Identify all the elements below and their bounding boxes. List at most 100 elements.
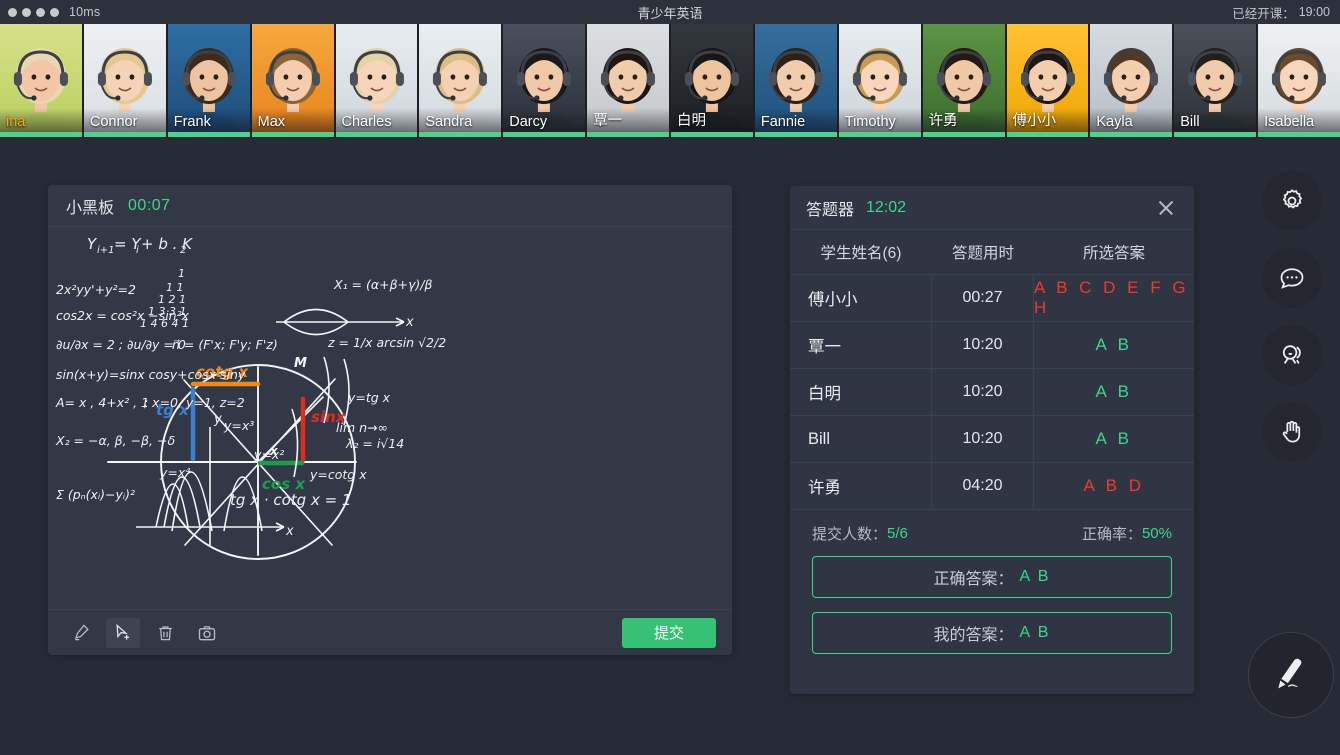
svg-text:1 4 6 4 1: 1 4 6 4 1 (140, 317, 189, 330)
student-thumbnail[interactable]: Max (251, 24, 334, 137)
pen-fab-button[interactable] (1248, 632, 1334, 718)
raise-hand-button[interactable] (1262, 402, 1322, 462)
student-thumbnail[interactable]: Sandra (419, 24, 502, 137)
speaking-indicator-bar (1258, 132, 1340, 137)
svg-text:∂u/∂x = 2 ; ∂u/∂y = 0: ∂u/∂x = 2 ; ∂u/∂y = 0 (56, 337, 186, 352)
window-dot-icon (8, 7, 17, 17)
top-bar: 10ms 青少年英语 已经开课： 19:00 (0, 0, 1340, 24)
speaking-indicator-bar (922, 132, 1005, 137)
answer-table-row: 许勇 04:20 A B D (790, 463, 1194, 510)
student-name: Connor (89, 114, 138, 130)
student-thumbnail[interactable]: 许勇 (922, 24, 1005, 137)
answer-panel-title: 答题器 (806, 201, 855, 219)
session-label: 已经开课： (1232, 6, 1295, 21)
correct-answer-value: A B (1019, 568, 1051, 585)
student-name: 傅小小 (1012, 113, 1057, 129)
submitted-value: 5/6 (887, 524, 908, 542)
row-student-name: 白明 (790, 369, 932, 415)
whiteboard-submit-button[interactable]: 提交 (622, 617, 716, 648)
svg-text:2: 2 (180, 245, 186, 256)
student-name: Kayla (1096, 114, 1133, 130)
speaking-indicator-bar (587, 132, 669, 137)
student-thumbnail[interactable]: Timothy (838, 24, 921, 137)
row-answer-time: 04:20 (932, 463, 1034, 509)
student-name: Charles (341, 114, 392, 130)
correct-answer-label: 正确答案： (933, 571, 1014, 588)
class-title: 青少年英语 (637, 5, 703, 21)
row-answer-time: 10:20 (932, 322, 1034, 368)
student-thumbnail[interactable]: 傅小小 (1006, 24, 1089, 137)
whiteboard-title: 小黑板 (66, 199, 115, 217)
svg-text:M: M (294, 356, 307, 371)
student-name: Sandra (425, 114, 473, 130)
window-dot-icon (50, 7, 59, 17)
screenshot-tool-button[interactable] (190, 618, 224, 648)
window-dots (8, 7, 59, 17)
column-header-answer: 所选答案 (1082, 245, 1145, 262)
speaking-indicator-bar (335, 132, 418, 137)
window-dot-icon (36, 7, 45, 17)
chat-button[interactable] (1262, 248, 1322, 308)
answer-panel-timer: 12:02 (866, 198, 907, 216)
student-thumbnail[interactable]: ina (0, 24, 82, 137)
student-thumbnail[interactable]: Isabella (1258, 24, 1340, 137)
student-name: Max (257, 114, 286, 130)
row-student-name: Bill (790, 416, 932, 462)
student-name: Fannie (760, 114, 806, 130)
student-thumbnail[interactable]: 覃一 (587, 24, 669, 137)
row-answer-time: 00:27 (932, 275, 1034, 321)
my-answer-value: A B (1019, 624, 1051, 641)
student-name: Isabella (1264, 114, 1315, 130)
row-student-name: 傅小小 (790, 275, 932, 321)
answer-stats: 提交人数： 5/6 正确率： 50% (790, 510, 1194, 556)
correct-answer-button[interactable]: 正确答案： A B (812, 556, 1172, 598)
speaking-indicator-bar (167, 132, 250, 137)
whiteboard-toolbar: 提交 (48, 609, 732, 655)
student-thumbnail[interactable]: Fannie (754, 24, 837, 137)
column-header-time: 答题用时 (951, 245, 1014, 262)
student-name: 许勇 (928, 113, 958, 129)
student-thumbnail[interactable]: Frank (167, 24, 250, 137)
student-thumbnail[interactable]: Kayla (1090, 24, 1173, 137)
speaking-indicator-bar (83, 132, 166, 137)
student-thumbnail[interactable]: Connor (83, 24, 166, 137)
app-root: 10ms 青少年英语 已经开课： 19:00 ina Connor Frank Max… (0, 0, 1340, 755)
my-answer-button[interactable]: 我的答案： A B (812, 612, 1172, 654)
svg-text:y=cotg x: y=cotg x (309, 467, 367, 482)
camera-icon (198, 625, 216, 640)
row-student-name: 许勇 (790, 463, 932, 509)
speaking-indicator-bar (838, 132, 921, 137)
speaking-indicator-bar (1174, 132, 1257, 137)
student-thumbnail[interactable]: Charles (335, 24, 418, 137)
svg-text:n⃗ = (F'x; F'y; F'z): n⃗ = (F'x; F'y; F'z) (172, 337, 278, 352)
session-time: 19:00 (1298, 5, 1330, 19)
student-thumbnail[interactable]: 白明 (671, 24, 753, 137)
people-icon (1282, 344, 1301, 364)
session-timer: 已经开课： 19:00 (1232, 3, 1330, 22)
row-selected-answer: A B (1095, 335, 1133, 354)
student-name: Frank (173, 114, 211, 130)
student-thumbnail[interactable]: Darcy (503, 24, 586, 137)
pen-tool-button[interactable] (64, 618, 98, 648)
speaking-indicator-bar (0, 132, 82, 137)
cursor-add-tool-button[interactable] (106, 617, 140, 648)
student-name: Bill (1180, 114, 1200, 130)
svg-text:A= x , 4+x² , 1: A= x , 4+x² , 1 (55, 395, 149, 410)
svg-text:x: x (285, 524, 294, 539)
answer-table-row: 白明 10:20 A B (790, 369, 1194, 416)
column-header-name: 学生姓名(6) (820, 245, 902, 262)
participants-button[interactable] (1262, 325, 1322, 385)
speaking-indicator-bar (754, 132, 837, 137)
student-name: Timothy (844, 114, 896, 130)
student-thumbnail[interactable]: Bill (1174, 24, 1257, 137)
row-answer-time: 10:20 (932, 416, 1034, 462)
student-name: 覃一 (593, 113, 623, 129)
settings-button[interactable] (1262, 171, 1322, 231)
close-icon[interactable] (1154, 196, 1178, 220)
whiteboard-canvas[interactable]: cotg x tg x sinx cos x M x Yi+1 = Yi + b… (48, 227, 732, 609)
trash-icon (158, 626, 172, 641)
row-selected-answer: A B D (1083, 476, 1145, 495)
latency-indicator: 10ms (69, 5, 101, 19)
answer-table-row: Bill 10:20 A B (790, 416, 1194, 463)
delete-tool-button[interactable] (148, 618, 182, 648)
